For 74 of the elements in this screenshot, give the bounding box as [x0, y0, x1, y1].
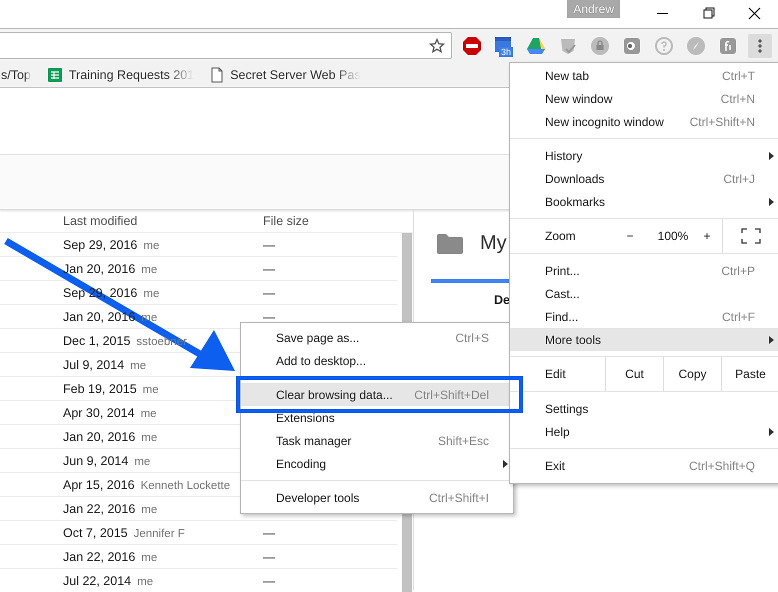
- spreadsheet-icon: [46, 66, 63, 82]
- owner-name: me: [141, 312, 158, 324]
- menu-item[interactable]: Developer tools Ctrl+Shift+I: [241, 486, 513, 509]
- owner-name: Jennifer F: [134, 528, 185, 540]
- triangle-icon[interactable]: [526, 36, 546, 56]
- modified-date: Jan 20, 2016: [63, 430, 136, 444]
- folder-title: My: [480, 232, 507, 255]
- menu-item[interactable]: Help: [510, 420, 778, 443]
- menu-item[interactable]: Print... Ctrl+P: [510, 259, 778, 282]
- zoom-level: 100%: [656, 228, 690, 245]
- menu-button[interactable]: [748, 34, 772, 58]
- zoom-in-button[interactable]: +: [692, 219, 722, 253]
- menu-item[interactable]: More tools: [510, 328, 778, 351]
- column-header[interactable]: File size: [263, 214, 397, 228]
- file-size: —: [263, 574, 275, 588]
- owner-name: me: [134, 456, 150, 468]
- owner-name: Kenneth Lockette: [140, 480, 230, 492]
- modified-date: Jan 20, 2016: [63, 262, 136, 276]
- menu-label: Zoom: [545, 229, 577, 243]
- column-header[interactable]: Last modified: [63, 214, 263, 228]
- menu-item[interactable]: Exit Ctrl+Shift+Q: [510, 454, 778, 477]
- modified-date: Apr 15, 2016: [63, 478, 135, 492]
- menu-item[interactable]: Save page as... Ctrl+S: [241, 326, 513, 349]
- owner-name: me: [141, 552, 158, 564]
- kebab-icon: [758, 38, 762, 54]
- bookmark[interactable]: s/Top: [1, 68, 31, 82]
- page-icon: [210, 66, 224, 82]
- owner-name: me: [143, 288, 160, 300]
- bookmark[interactable]: Secret Server Web Pas: [230, 68, 361, 82]
- fullscreen-icon[interactable]: [741, 228, 761, 244]
- modified-date: Jul 9, 2014: [63, 358, 124, 372]
- owner-name: me: [130, 360, 146, 372]
- owner-name: me: [141, 432, 158, 444]
- modified-date: Jan 22, 2016: [63, 550, 136, 564]
- modified-date: Feb 19, 2015: [63, 382, 137, 396]
- modified-date: Apr 30, 2014: [63, 406, 135, 420]
- menu-item[interactable]: Task manager Shift+Esc: [241, 429, 513, 452]
- menu-item[interactable]: Downloads Ctrl+J: [510, 167, 778, 190]
- lock-icon[interactable]: [590, 36, 610, 56]
- menu-item[interactable]: Add to desktop...: [241, 349, 513, 372]
- modified-date: Oct 7, 2015: [63, 526, 128, 540]
- star-icon[interactable]: [429, 38, 445, 54]
- menu-item[interactable]: New window Ctrl+N: [510, 87, 778, 110]
- owner-name: me: [141, 264, 158, 276]
- folder-icon: [436, 232, 464, 254]
- badge-count: 3h: [499, 46, 514, 56]
- modified-date: Sep 29, 2016: [63, 238, 138, 252]
- owner-name: me: [141, 504, 158, 516]
- menu-item[interactable]: New tab Ctrl+T: [510, 64, 778, 87]
- menu-item[interactable]: New incognito window Ctrl+Shift+N: [510, 110, 778, 133]
- camera-icon[interactable]: [622, 36, 642, 56]
- square-icon[interactable]: [718, 36, 738, 56]
- owner-name: me: [143, 240, 160, 252]
- modified-date: Jun 9, 2014: [63, 454, 128, 468]
- menu-item[interactable]: History: [510, 144, 778, 167]
- file-size: —: [263, 550, 275, 564]
- owner-name: me: [142, 384, 159, 396]
- file-size: —: [263, 526, 275, 540]
- modified-date: Jul 22, 2014: [63, 574, 132, 588]
- menu-item[interactable]: Cast...: [510, 282, 778, 305]
- file-size: —: [263, 286, 275, 300]
- modified-date: Jan 22, 2016: [63, 502, 136, 516]
- zoom-out-button[interactable]: −: [606, 219, 654, 253]
- file-size: —: [263, 238, 275, 252]
- menu-label: Edit: [545, 367, 567, 381]
- menu-item[interactable]: Find... Ctrl+F: [510, 305, 778, 328]
- file-size: —: [263, 262, 275, 276]
- owner-name: me: [140, 408, 157, 420]
- menu-item[interactable]: Bookmarks: [510, 190, 778, 213]
- modified-date: Dec 1, 2015: [63, 334, 130, 348]
- owner-name: me: [137, 576, 154, 588]
- stop-sign-icon[interactable]: [462, 36, 482, 56]
- menu-item[interactable]: Settings: [510, 397, 778, 420]
- file-size: —: [263, 310, 275, 324]
